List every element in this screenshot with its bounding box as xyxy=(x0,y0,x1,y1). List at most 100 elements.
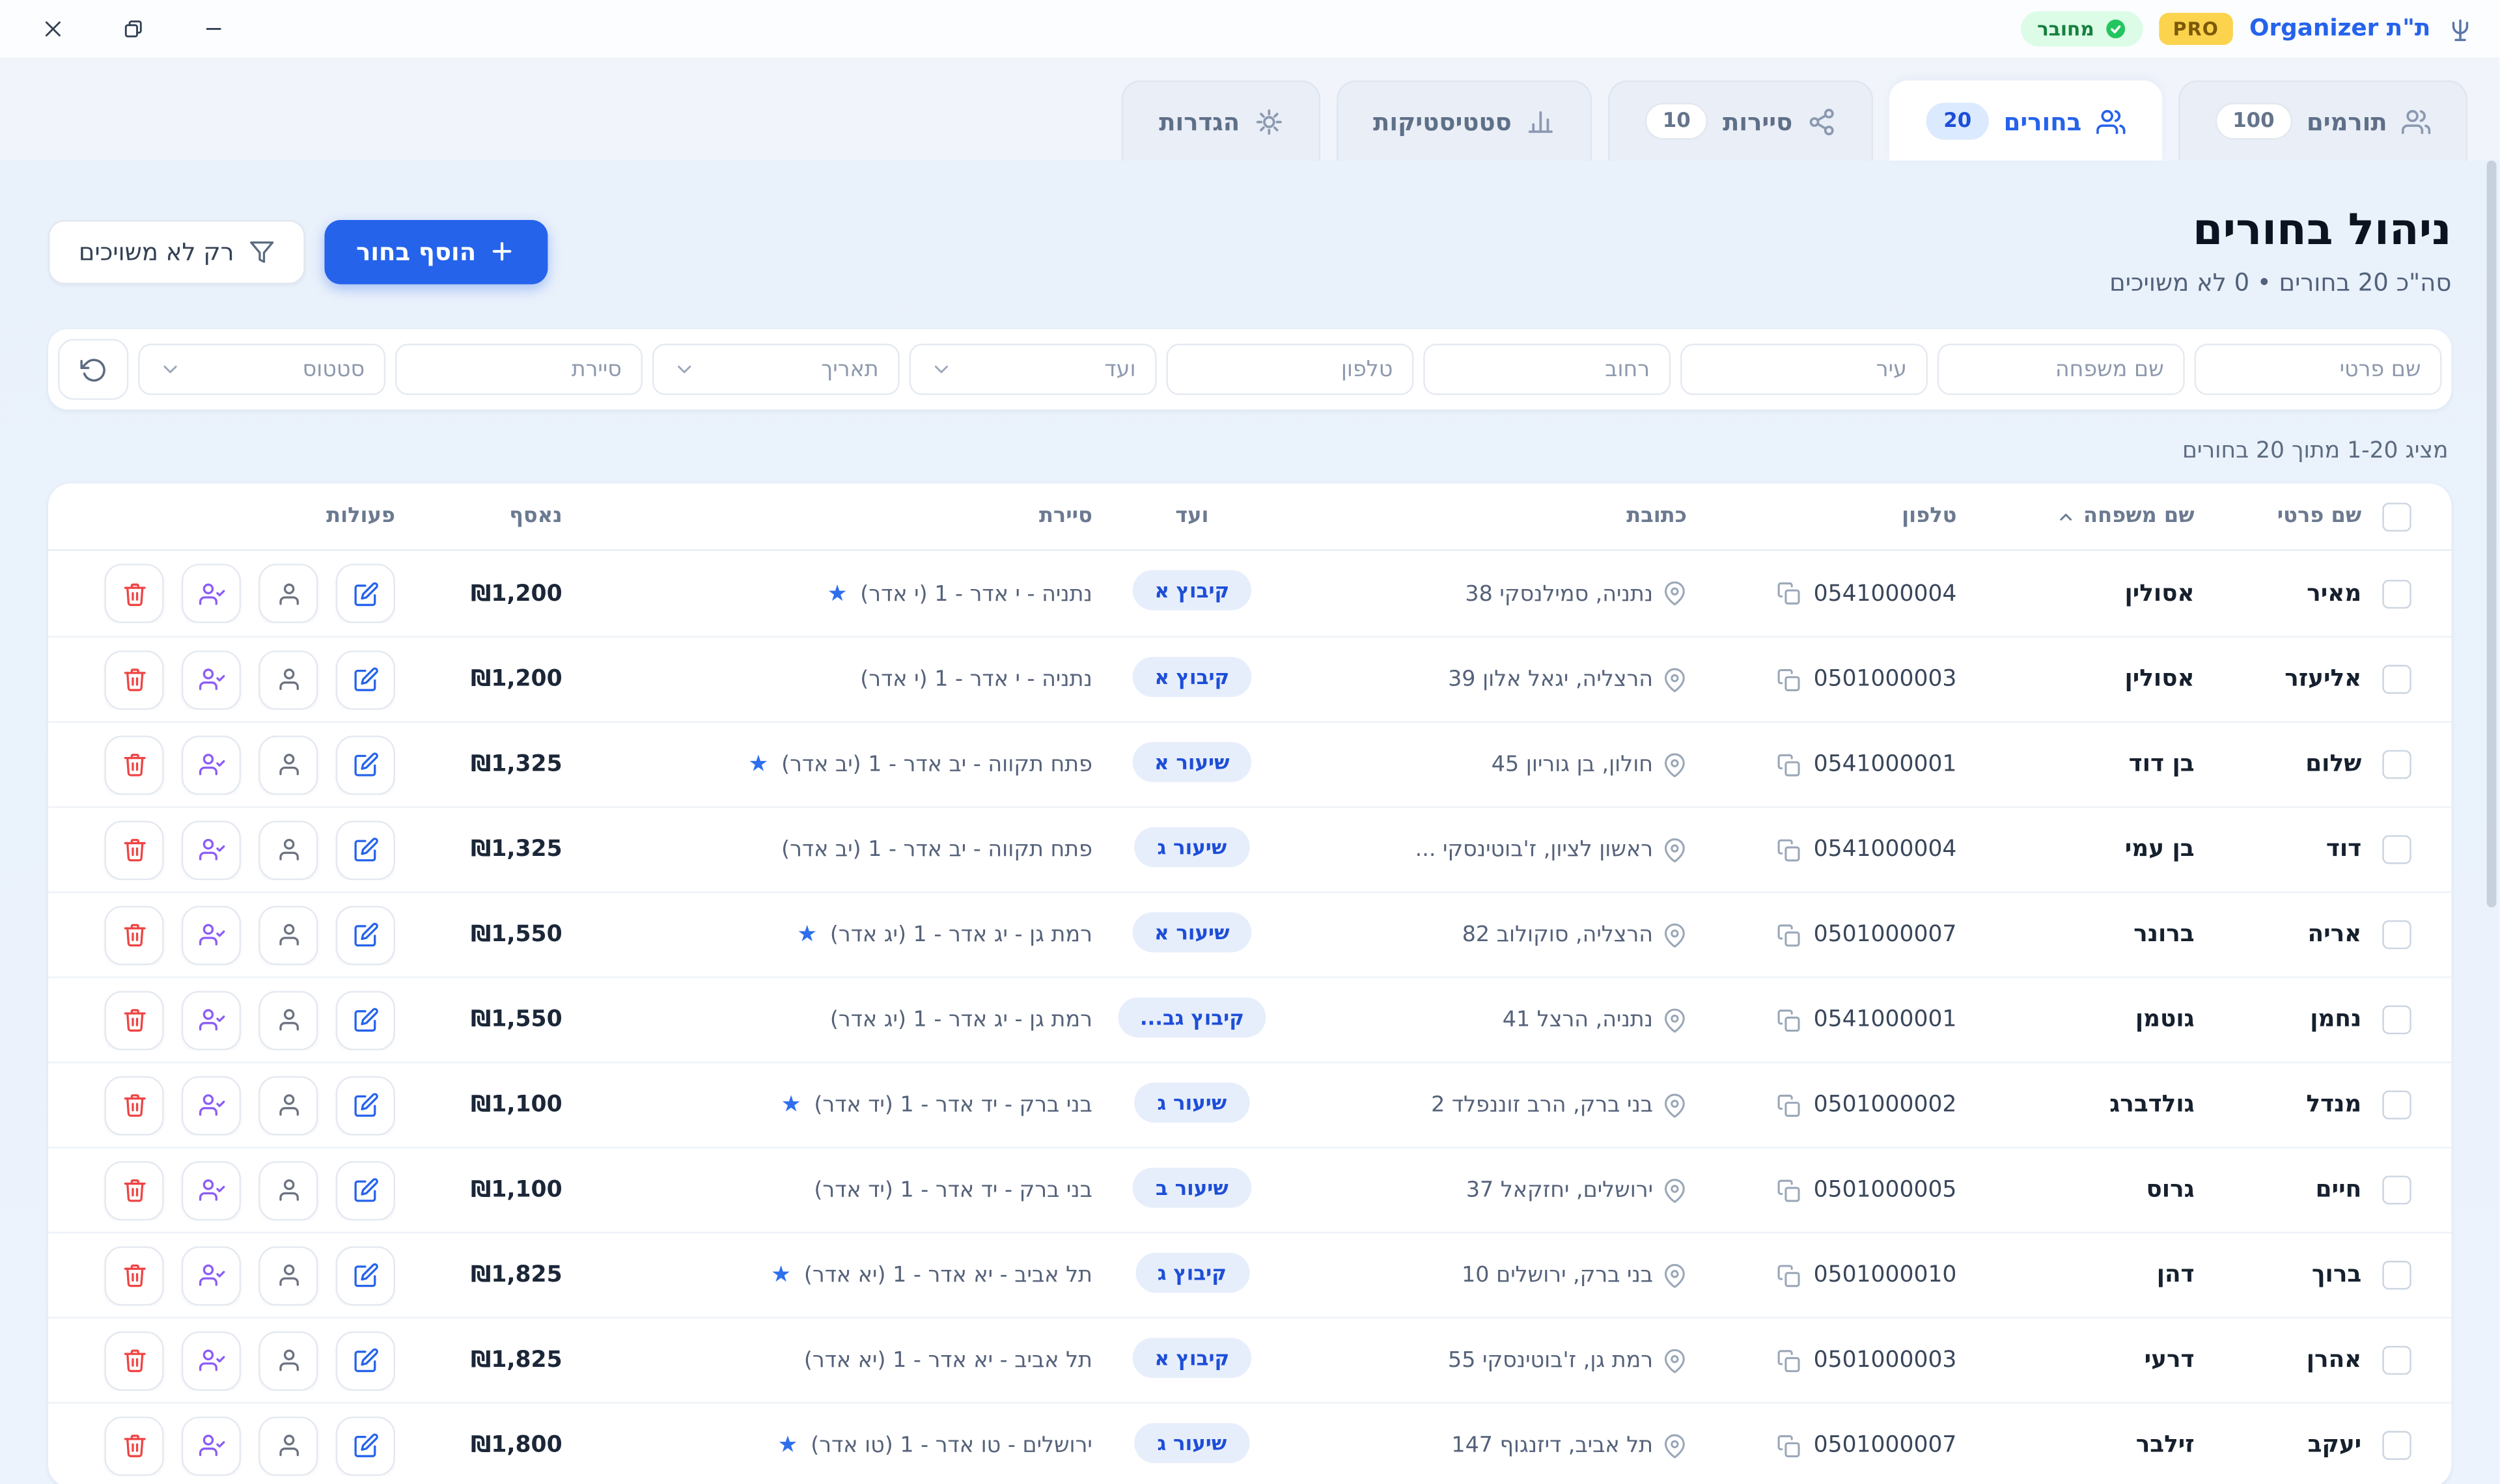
filter-sayeret-input[interactable] xyxy=(395,344,643,395)
copy-phone-icon[interactable] xyxy=(1777,923,1801,947)
reset-filters-button[interactable] xyxy=(58,339,129,400)
assign-user-button[interactable] xyxy=(182,735,241,794)
header-last-name[interactable]: שם משפחה xyxy=(1956,504,2194,529)
copy-phone-icon[interactable] xyxy=(1777,1349,1801,1373)
assign-user-button[interactable] xyxy=(182,1416,241,1475)
assign-user-button[interactable] xyxy=(182,1161,241,1220)
edit-button[interactable] xyxy=(336,990,395,1049)
filter-last-name-input[interactable] xyxy=(1938,344,2185,395)
assign-user-button[interactable] xyxy=(182,564,241,623)
row-checkbox[interactable] xyxy=(2382,1346,2411,1375)
assign-user-button[interactable] xyxy=(182,1246,241,1305)
filter-street-input[interactable] xyxy=(1423,344,1671,395)
sayeret-cell: פתח תקווה - יב אדר - 1 (יב אדר) ★ xyxy=(562,752,1092,777)
profile-button[interactable] xyxy=(258,820,318,879)
add-bachur-button[interactable]: הוסף בחור xyxy=(324,219,549,284)
filter-phone-input[interactable] xyxy=(1166,344,1413,395)
filter-date-select[interactable]: תאריך xyxy=(652,344,900,395)
minimize-button[interactable] xyxy=(196,11,231,46)
tab-donors[interactable]: תורמים 100 xyxy=(2178,80,2467,160)
vertical-scrollbar[interactable] xyxy=(2487,161,2497,907)
edit-button[interactable] xyxy=(336,564,395,623)
row-checkbox[interactable] xyxy=(2382,750,2411,778)
copy-phone-icon[interactable] xyxy=(1777,1263,1801,1287)
connection-status-badge: מחובר xyxy=(2021,11,2143,46)
filter-status-select[interactable]: סטטוס xyxy=(138,344,385,395)
edit-button[interactable] xyxy=(336,1246,395,1305)
delete-button[interactable] xyxy=(104,1161,163,1220)
row-checkbox[interactable] xyxy=(2382,1006,2411,1034)
row-checkbox[interactable] xyxy=(2382,579,2411,608)
row-checkbox[interactable] xyxy=(2382,835,2411,864)
filter-vaad-select[interactable]: ועד xyxy=(910,344,1157,395)
profile-button[interactable] xyxy=(258,1416,318,1475)
actions-cell xyxy=(68,650,395,709)
assign-user-button[interactable] xyxy=(182,650,241,709)
last-name-text: דרעי xyxy=(2145,1347,2195,1373)
profile-button[interactable] xyxy=(258,1161,318,1220)
assign-user-button[interactable] xyxy=(182,990,241,1049)
assign-user-button[interactable] xyxy=(182,1075,241,1134)
copy-phone-icon[interactable] xyxy=(1777,1178,1801,1202)
edit-button[interactable] xyxy=(336,1416,395,1475)
edit-button[interactable] xyxy=(336,735,395,794)
address-text: הרצליה, סוקולוב 82 xyxy=(1462,922,1653,947)
tab-bachurim[interactable]: בחורים 20 xyxy=(1889,80,2161,160)
filter-first-name-input[interactable] xyxy=(2195,344,2442,395)
row-checkbox[interactable] xyxy=(2382,1431,2411,1460)
profile-button[interactable] xyxy=(258,905,318,965)
edit-button[interactable] xyxy=(336,1330,395,1390)
copy-phone-icon[interactable] xyxy=(1777,838,1801,862)
delete-button[interactable] xyxy=(104,1330,163,1390)
copy-phone-icon[interactable] xyxy=(1777,752,1801,776)
delete-button[interactable] xyxy=(104,820,163,879)
delete-button[interactable] xyxy=(104,990,163,1049)
delete-button[interactable] xyxy=(104,1075,163,1134)
edit-button[interactable] xyxy=(336,1075,395,1134)
close-button[interactable] xyxy=(35,11,70,46)
delete-button[interactable] xyxy=(104,905,163,965)
assign-user-button[interactable] xyxy=(182,820,241,879)
delete-button[interactable] xyxy=(104,1416,163,1475)
bachurim-table: שם פרטי שם משפחה טלפון כתובת ועד סיירת נ… xyxy=(48,484,2451,1484)
profile-button[interactable] xyxy=(258,564,318,623)
copy-phone-icon[interactable] xyxy=(1777,1093,1801,1117)
profile-button[interactable] xyxy=(258,650,318,709)
row-checkbox[interactable] xyxy=(2382,1261,2411,1289)
copy-phone-icon[interactable] xyxy=(1777,1008,1801,1032)
assign-user-button[interactable] xyxy=(182,905,241,965)
maximize-button[interactable] xyxy=(116,11,151,46)
tab-sayarot[interactable]: סיירות 10 xyxy=(1608,80,1873,160)
row-checkbox[interactable] xyxy=(2382,1175,2411,1204)
location-pin-icon xyxy=(1663,1349,1687,1373)
location-pin-icon xyxy=(1663,752,1687,776)
select-all-checkbox[interactable] xyxy=(2382,502,2411,530)
unassigned-only-button[interactable]: רק לא משויכים xyxy=(48,219,305,284)
assign-user-button[interactable] xyxy=(182,1330,241,1390)
edit-button[interactable] xyxy=(336,650,395,709)
delete-button[interactable] xyxy=(104,564,163,623)
copy-phone-icon[interactable] xyxy=(1777,581,1801,605)
copy-phone-icon[interactable] xyxy=(1777,667,1801,691)
first-name-text: חיים xyxy=(2316,1177,2362,1203)
profile-button[interactable] xyxy=(258,1246,318,1305)
vaad-cell: קיבוץ א xyxy=(1092,656,1292,703)
edit-button[interactable] xyxy=(336,905,395,965)
edit-button[interactable] xyxy=(336,820,395,879)
row-checkbox[interactable] xyxy=(2382,665,2411,694)
profile-button[interactable] xyxy=(258,1330,318,1390)
phone-number: 0541000004 xyxy=(1814,581,1957,606)
delete-button[interactable] xyxy=(104,735,163,794)
profile-button[interactable] xyxy=(258,735,318,794)
row-checkbox[interactable] xyxy=(2382,1091,2411,1120)
delete-button[interactable] xyxy=(104,1246,163,1305)
edit-button[interactable] xyxy=(336,1161,395,1220)
filter-city-input[interactable] xyxy=(1680,344,1928,395)
row-checkbox[interactable] xyxy=(2382,920,2411,949)
tab-statistics[interactable]: סטטיסטיקות xyxy=(1336,80,1592,160)
delete-button[interactable] xyxy=(104,650,163,709)
copy-phone-icon[interactable] xyxy=(1777,1433,1801,1457)
tab-settings[interactable]: הגדרות xyxy=(1122,80,1320,160)
profile-button[interactable] xyxy=(258,1075,318,1134)
profile-button[interactable] xyxy=(258,990,318,1049)
